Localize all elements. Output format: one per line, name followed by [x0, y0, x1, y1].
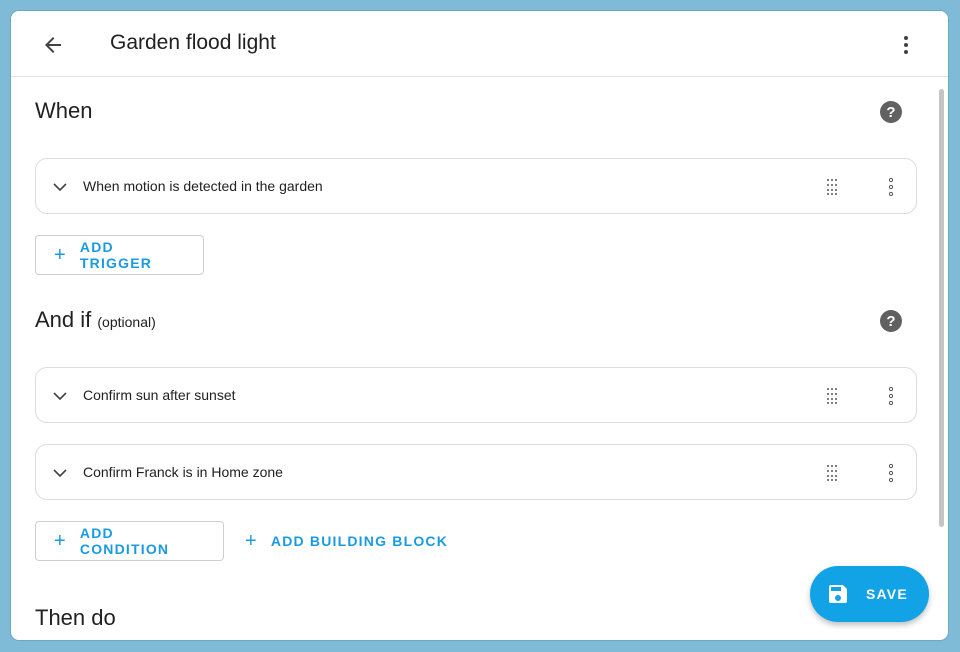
add-trigger-button[interactable]: + ADD TRIGGER	[35, 235, 204, 275]
chevron-down-icon[interactable]	[50, 177, 70, 197]
back-button[interactable]	[37, 29, 69, 61]
scrollbar[interactable]	[939, 89, 944, 527]
chevron-down-icon[interactable]	[50, 386, 70, 406]
help-icon[interactable]: ?	[879, 100, 903, 124]
add-condition-label: ADD CONDITION	[79, 525, 170, 557]
condition-label: Confirm Franck is in Home zone	[83, 464, 283, 480]
svg-text:?: ?	[886, 104, 895, 121]
arrow-left-icon	[45, 37, 61, 53]
plus-icon: +	[245, 530, 258, 552]
editor-content: When ? When motion is detected in the ga…	[11, 77, 948, 640]
save-label: SAVE	[866, 586, 908, 602]
top-app-bar: Garden flood light	[11, 11, 948, 77]
page-title: Garden flood light	[110, 31, 276, 54]
section-title-and-if: And if (optional)	[35, 307, 156, 333]
floppy-disk-icon	[829, 585, 847, 603]
drag-handle-icon[interactable]	[824, 463, 840, 483]
plus-icon: +	[54, 244, 67, 266]
optional-label: (optional)	[97, 314, 156, 330]
section-title-then-do: Then do	[35, 605, 116, 630]
overflow-menu-button[interactable]	[890, 29, 922, 61]
save-button[interactable]: SAVE	[810, 566, 929, 622]
condition-label: Confirm sun after sunset	[83, 387, 236, 403]
dots-vertical-icon[interactable]	[879, 461, 903, 485]
trigger-label: When motion is detected in the garden	[83, 178, 323, 194]
section-title-and-if-text: And if	[35, 307, 92, 332]
svg-text:?: ?	[886, 313, 895, 330]
plus-icon: +	[54, 530, 67, 552]
add-building-block-button[interactable]: + ADD BUILDING BLOCK	[235, 521, 458, 561]
chevron-down-icon[interactable]	[50, 463, 70, 483]
trigger-card[interactable]: When motion is detected in the garden	[35, 158, 917, 214]
section-title-when: When	[35, 98, 93, 123]
add-trigger-label: ADD TRIGGER	[79, 239, 153, 271]
add-condition-button[interactable]: + ADD CONDITION	[35, 521, 224, 561]
drag-handle-icon[interactable]	[824, 177, 840, 197]
dots-vertical-icon[interactable]	[879, 384, 903, 408]
condition-card[interactable]: Confirm sun after sunset	[35, 367, 917, 423]
help-icon[interactable]: ?	[879, 309, 903, 333]
condition-card[interactable]: Confirm Franck is in Home zone	[35, 444, 917, 500]
dots-vertical-icon[interactable]	[879, 175, 903, 199]
automation-editor-window: Garden flood light When ? When motion is…	[11, 11, 948, 640]
add-building-block-label: ADD BUILDING BLOCK	[270, 533, 449, 549]
drag-handle-icon[interactable]	[824, 386, 840, 406]
dots-vertical-icon	[904, 36, 908, 54]
